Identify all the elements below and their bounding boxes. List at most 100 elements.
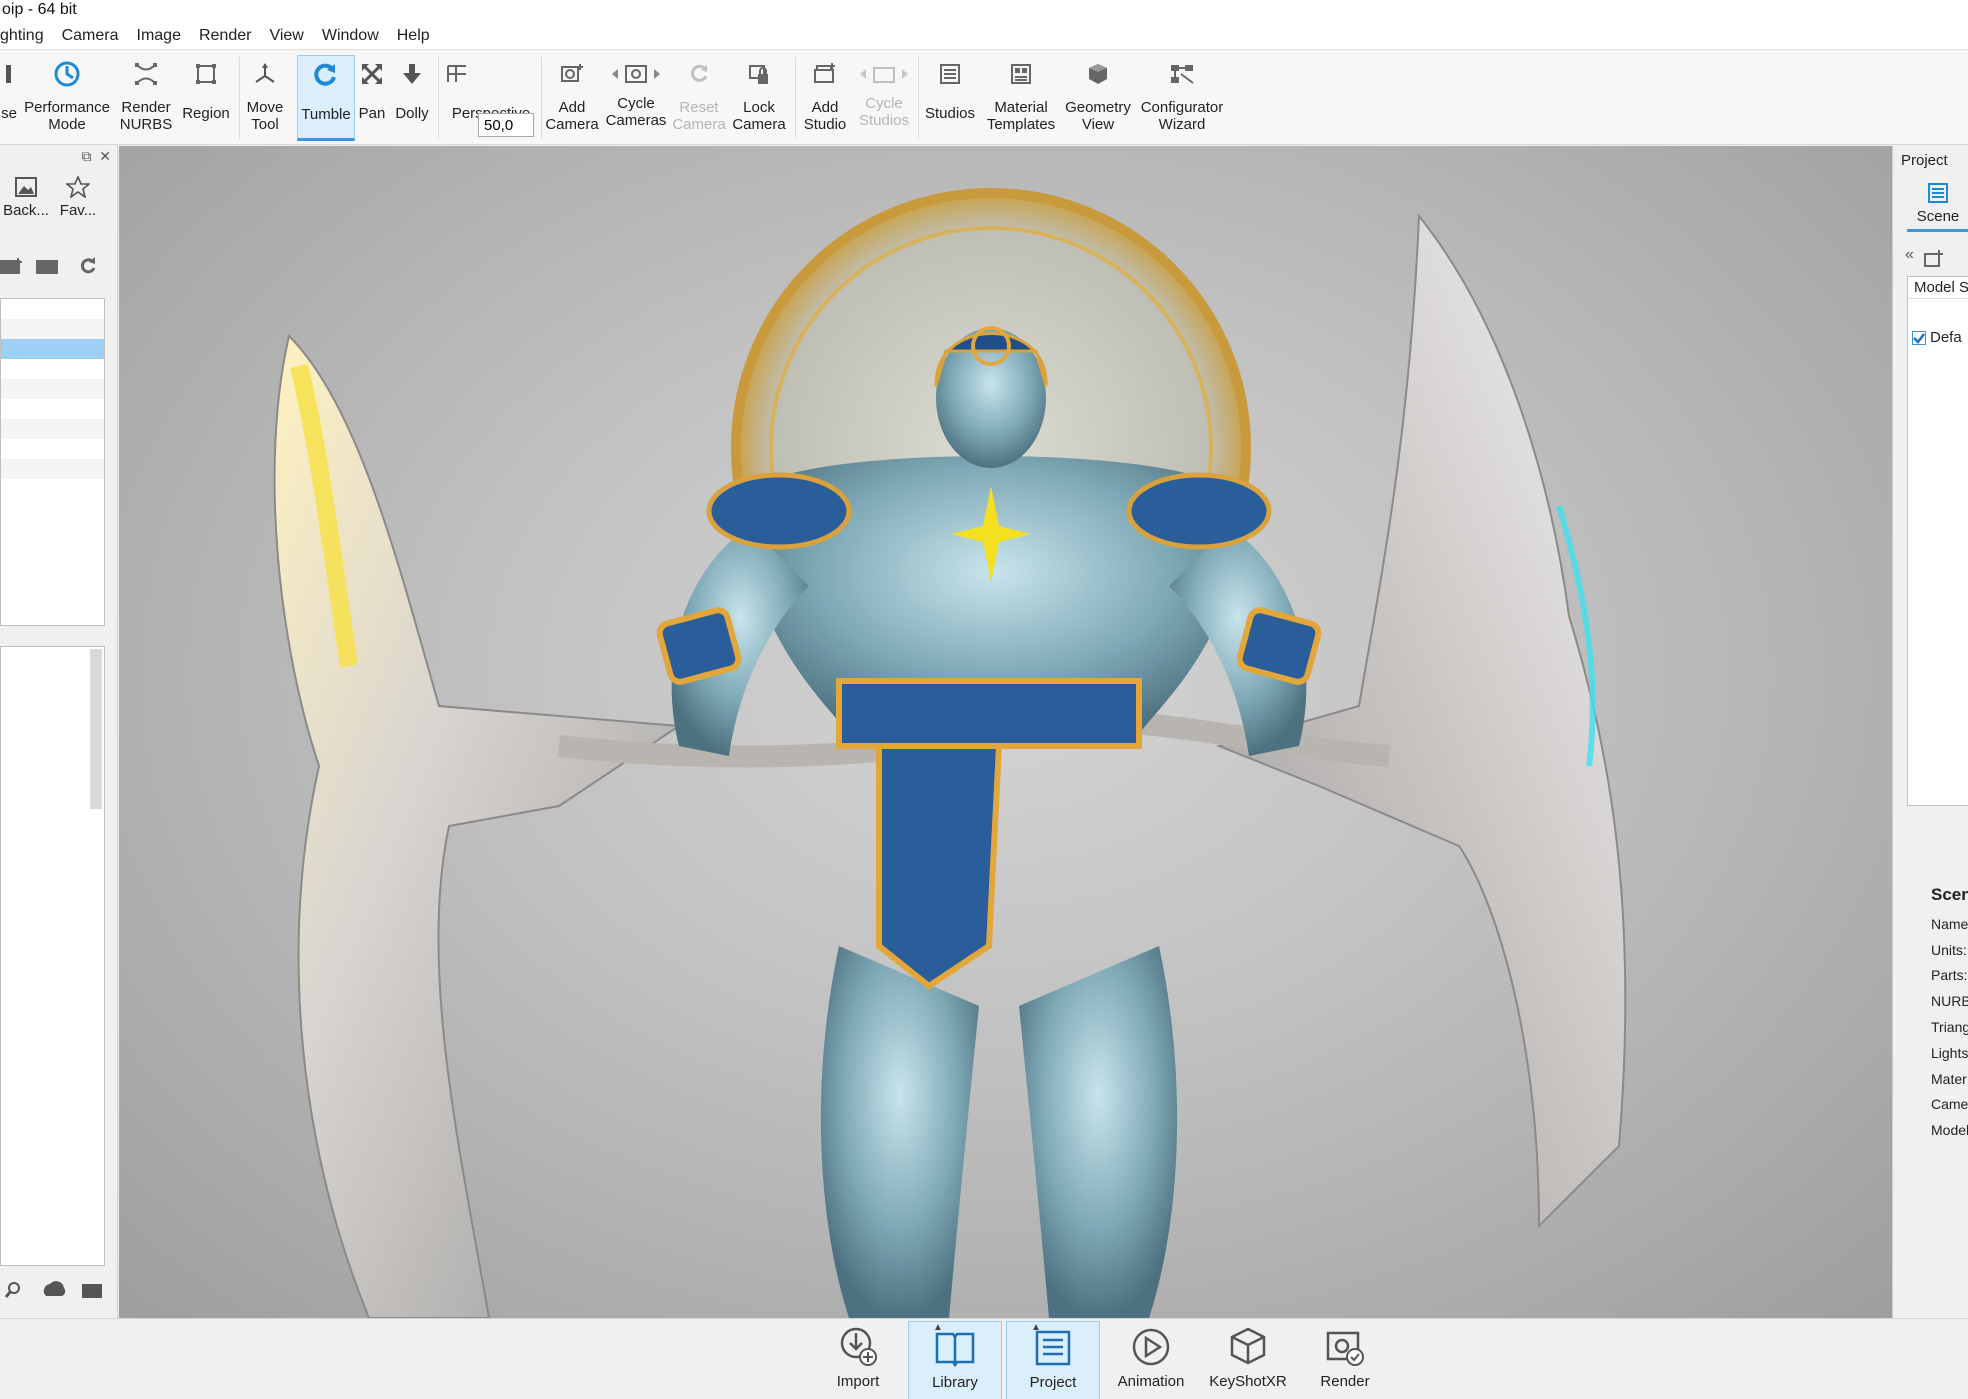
ribbon-separator — [795, 57, 796, 139]
cycle-cameras-icon — [610, 57, 662, 91]
import-button[interactable]: Import — [811, 1321, 905, 1399]
render-label: Render — [1320, 1373, 1370, 1390]
render-nurbs-label: Render NURBS — [119, 99, 173, 133]
tree-item[interactable]: Defa — [1912, 329, 1962, 346]
lock-camera-button[interactable]: Lock Camera — [730, 55, 788, 141]
add-folder-icon — [0, 258, 22, 274]
collapse-icon[interactable]: « — [1905, 246, 1914, 264]
menu-image[interactable]: Image — [128, 22, 190, 50]
menu-window[interactable]: Window — [313, 22, 388, 50]
tab-scene[interactable]: Scene — [1907, 182, 1968, 232]
ribbon-separator — [918, 57, 919, 139]
menu-bar: ghting Camera Image Render View Window H… — [0, 22, 1968, 50]
field-of-view-input[interactable] — [478, 113, 534, 137]
menu-help[interactable]: Help — [388, 22, 439, 50]
material-templates-icon — [1010, 57, 1032, 91]
animation-button[interactable]: Animation — [1104, 1321, 1198, 1399]
list-item[interactable] — [1, 419, 104, 439]
list-item[interactable] — [1, 379, 104, 399]
thumbnail-area[interactable] — [0, 646, 105, 1266]
left-leg — [820, 946, 979, 1318]
info-label-units: Units: — [1931, 941, 1967, 958]
move-tool-icon — [253, 57, 277, 91]
library-button[interactable]: ▲ Library — [908, 1321, 1002, 1399]
reset-camera-label: Reset Camera — [672, 99, 726, 133]
studios-label: Studios — [924, 105, 976, 122]
list-item[interactable] — [1, 299, 104, 319]
list-item[interactable] — [1, 439, 104, 459]
menu-render[interactable]: Render — [190, 22, 260, 50]
list-item[interactable] — [1, 359, 104, 379]
add-studio-button[interactable]: Add Studio — [798, 55, 852, 141]
scene-tree[interactable]: Model S Defa — [1907, 276, 1968, 806]
info-label-models: Model — [1931, 1122, 1968, 1139]
cycle-studios-button[interactable]: Cycle Studios — [854, 55, 914, 141]
import-label: Import — [836, 1373, 880, 1390]
region-button[interactable]: Region — [178, 55, 234, 141]
scene-info-heading: Scen — [1931, 885, 1968, 904]
info-label-triangles: Triang — [1931, 1018, 1968, 1035]
star-icon — [56, 174, 100, 202]
left-axe-blade — [273, 334, 682, 1318]
ribbon-separator — [438, 57, 439, 139]
render-button[interactable]: Render — [1298, 1321, 1392, 1399]
geometry-view-label: Geometry View — [1065, 99, 1131, 133]
reset-camera-button[interactable]: Reset Camera — [670, 55, 728, 141]
performance-mode-label: Performance Mode — [24, 99, 110, 133]
list-item[interactable] — [1, 479, 104, 499]
caret-up-icon: ▲ — [1031, 1322, 1041, 1333]
geometry-view-button[interactable]: Geometry View — [1064, 55, 1132, 141]
list-icon — [1907, 182, 1968, 208]
checkbox-checked-icon[interactable] — [1912, 330, 1926, 345]
add-camera-button[interactable]: Add Camera — [544, 55, 600, 141]
panel-header-buttons: ⧉ ✕ — [81, 148, 111, 165]
refresh-icon — [80, 257, 96, 274]
float-panel-icon[interactable]: ⧉ — [81, 148, 91, 164]
window-title: oip - 64 bit — [0, 0, 1968, 22]
list-item[interactable] — [1, 319, 104, 339]
configurator-wizard-button[interactable]: Configurator Wizard — [1136, 55, 1228, 141]
move-tool-label: Move Tool — [246, 99, 284, 133]
partial-tool-label: se — [1, 105, 17, 122]
tab-favorites[interactable]: Fav... — [56, 174, 100, 219]
ribbon-separator — [239, 57, 240, 139]
performance-mode-button[interactable]: Performance Mode — [22, 55, 112, 141]
menu-view[interactable]: View — [260, 22, 312, 50]
tumble-button[interactable]: Tumble — [297, 55, 355, 141]
studios-button[interactable]: Studios — [922, 55, 978, 141]
rendered-model — [273, 188, 1627, 1318]
close-panel-icon[interactable]: ✕ — [99, 148, 111, 164]
nurbs-icon — [134, 57, 158, 91]
material-templates-button[interactable]: Material Templates — [980, 55, 1062, 141]
render-viewport[interactable] — [119, 146, 1892, 1318]
folder-list[interactable] — [0, 298, 105, 626]
move-tool-button[interactable]: Move Tool — [242, 55, 288, 141]
right-leg — [1019, 946, 1178, 1318]
caret-up-icon: ▲ — [933, 1322, 943, 1333]
add-studio-label: Add Studio — [803, 99, 847, 133]
scrollbar[interactable] — [90, 649, 102, 809]
ribbon-toolbar: se Performance Mode Render NURBS Region … — [0, 51, 1968, 145]
menu-lighting[interactable]: ghting — [0, 22, 53, 50]
pan-icon — [361, 57, 383, 91]
performance-mode-icon — [54, 57, 80, 91]
pan-button[interactable]: Pan — [357, 55, 387, 141]
add-model-icon[interactable] — [1923, 248, 1947, 273]
menu-camera[interactable]: Camera — [53, 22, 128, 50]
list-item[interactable] — [1, 459, 104, 479]
animation-icon — [1129, 1321, 1173, 1373]
ribbon-separator — [541, 57, 542, 139]
studios-icon — [939, 57, 961, 91]
tab-backgrounds[interactable]: Back... — [2, 176, 50, 219]
project-button[interactable]: ▲ Project — [1006, 1321, 1100, 1399]
list-item[interactable] — [1, 399, 104, 419]
dolly-button[interactable]: Dolly — [392, 55, 432, 141]
cycle-cameras-button[interactable]: Cycle Cameras — [604, 55, 668, 141]
partial-tool-button[interactable]: se — [0, 55, 18, 141]
render-icon — [1323, 1321, 1367, 1373]
render-nurbs-button[interactable]: Render NURBS — [118, 55, 174, 141]
list-item-selected[interactable] — [1, 339, 104, 359]
info-label-parts: Parts: — [1931, 967, 1968, 984]
folder-icon — [82, 1284, 102, 1298]
keyshotxr-button[interactable]: KeyShotXR — [1201, 1321, 1295, 1399]
